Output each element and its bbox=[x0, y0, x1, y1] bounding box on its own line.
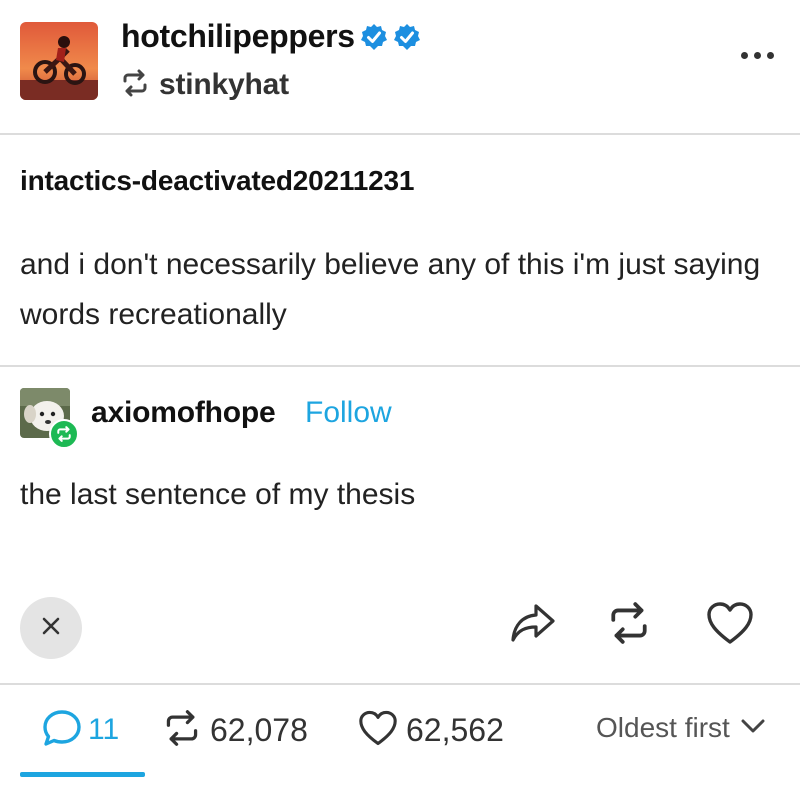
reblogged-from[interactable]: stinkyhat bbox=[121, 68, 289, 102]
reblog-icon bbox=[121, 69, 149, 102]
avatar[interactable] bbox=[20, 22, 98, 100]
trail-text: and i don't necessarily believe any of t… bbox=[20, 248, 761, 331]
post-header: hotchilipeppers stinkyhat bbox=[0, 0, 800, 134]
divider bbox=[0, 683, 800, 685]
reblog-badge-icon bbox=[49, 419, 79, 449]
chevron-down-icon bbox=[740, 717, 766, 740]
replies-count: 11 bbox=[88, 713, 120, 746]
heart-icon bbox=[706, 601, 754, 650]
sort-dropdown[interactable]: Oldest first bbox=[596, 712, 766, 744]
share-button[interactable] bbox=[508, 600, 558, 650]
reblog-text: the last sentence of my thesis bbox=[20, 478, 416, 511]
share-icon bbox=[510, 602, 556, 649]
sort-label: Oldest first bbox=[596, 712, 730, 743]
verified-badge-icon bbox=[360, 23, 388, 51]
close-icon bbox=[41, 616, 61, 641]
post-author-username[interactable]: hotchilipeppers bbox=[121, 18, 355, 55]
reblog-icon bbox=[162, 709, 202, 752]
reblogs-count: 62,078 bbox=[210, 711, 308, 748]
likes-tab[interactable]: 62,562 bbox=[358, 700, 504, 760]
reblogs-tab[interactable]: 62,078 bbox=[162, 700, 308, 760]
divider bbox=[0, 133, 800, 135]
like-button[interactable] bbox=[705, 600, 755, 650]
verified-badge-icon bbox=[393, 23, 421, 51]
more-options-icon[interactable] bbox=[741, 52, 774, 59]
trail-username[interactable]: intactics-deactivated20211231 bbox=[20, 165, 414, 197]
heart-icon bbox=[358, 710, 398, 751]
close-button[interactable] bbox=[20, 597, 82, 659]
divider bbox=[0, 365, 800, 367]
reblog-button[interactable] bbox=[604, 600, 654, 650]
follow-button[interactable]: Follow bbox=[305, 396, 392, 430]
active-tab-indicator bbox=[20, 772, 145, 777]
likes-count: 62,562 bbox=[406, 711, 504, 748]
reblog-username[interactable]: axiomofhope bbox=[91, 396, 276, 430]
replies-tab[interactable]: 11 bbox=[42, 700, 119, 760]
comment-icon bbox=[42, 709, 82, 752]
reblog-icon bbox=[606, 601, 652, 650]
reblogged-from-username: stinkyhat bbox=[159, 68, 289, 101]
